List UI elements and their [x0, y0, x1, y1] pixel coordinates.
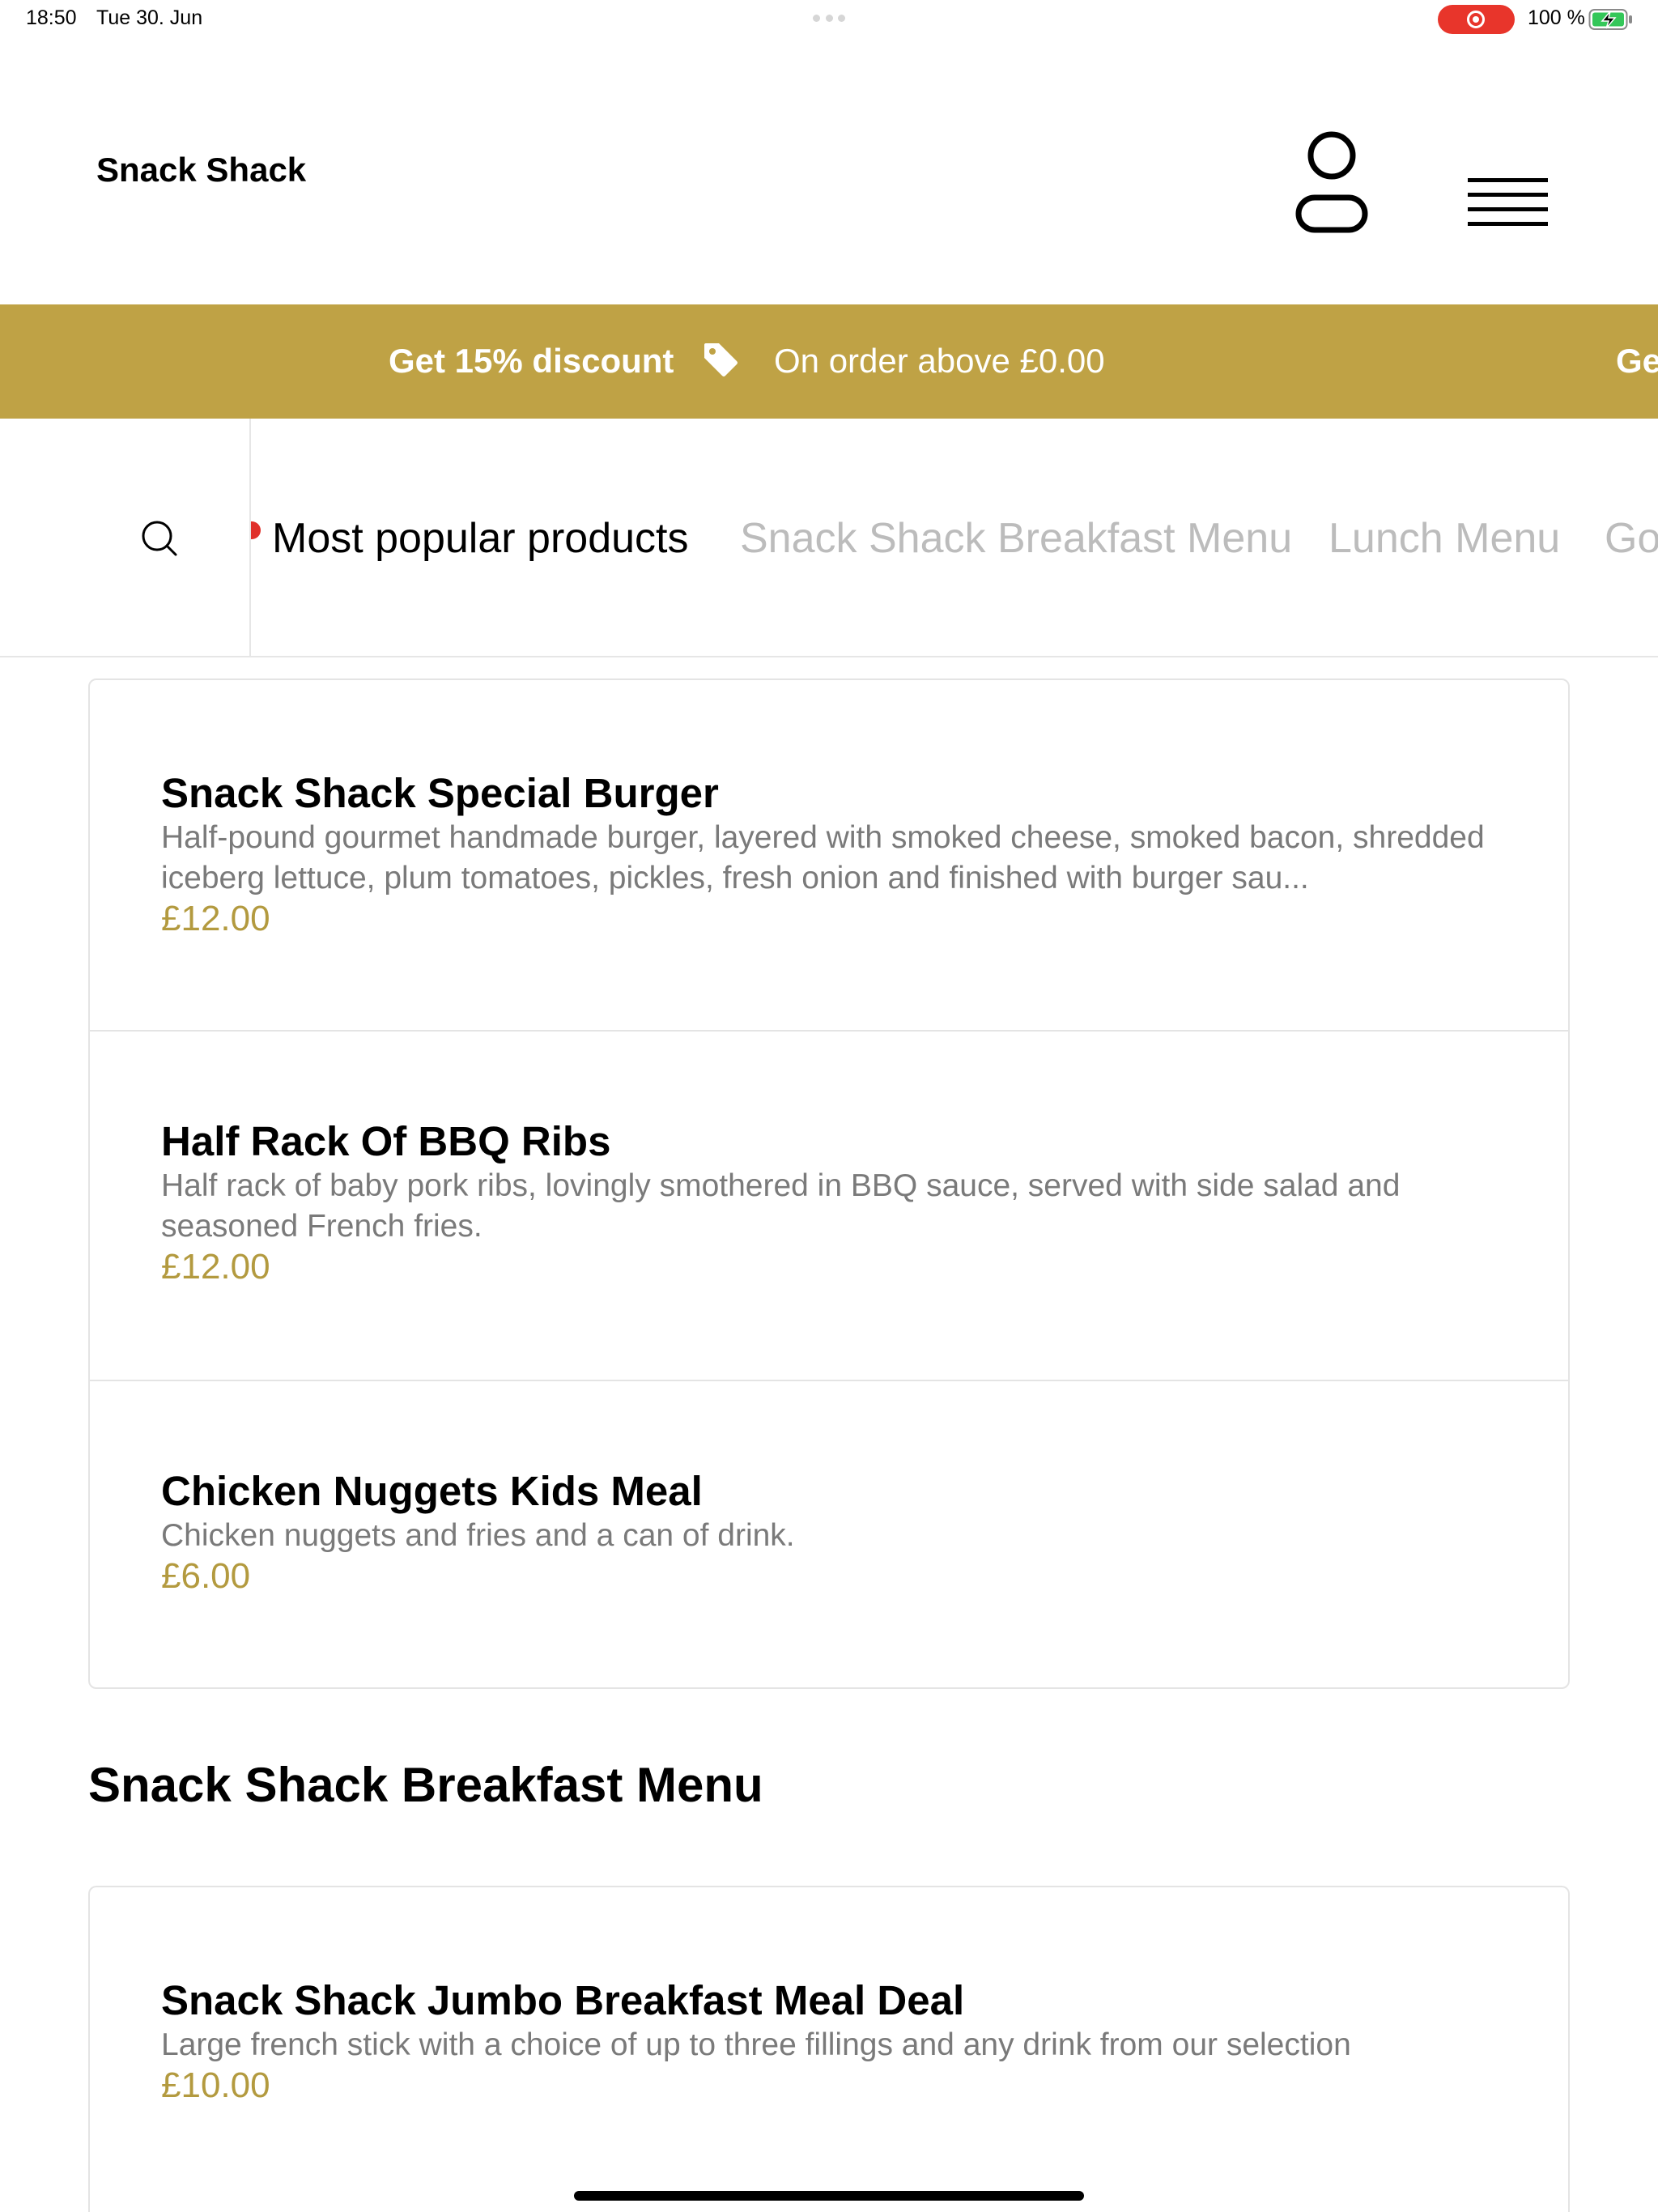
category-tabs[interactable]: Most popular products Snack Shack Breakf…	[251, 419, 1658, 656]
tab-most-popular[interactable]: Most popular products	[272, 514, 689, 563]
promo-banner[interactable]: Get 15% discount On order above £0.00 Ge	[0, 304, 1658, 419]
product-name: Snack Shack Jumbo Breakfast Meal Deal	[161, 1977, 965, 2023]
promo-subtitle: On order above £0.00	[774, 342, 1105, 380]
promo-title: Get 15% discount	[389, 342, 674, 380]
section-heading: Snack Shack Breakfast Menu	[88, 1758, 763, 1812]
record-icon	[1467, 11, 1485, 28]
tab-lunch-menu[interactable]: Lunch Menu	[1329, 514, 1560, 563]
product-item[interactable]: Snack Shack Jumbo Breakfast Meal Deal La…	[90, 1887, 1568, 2212]
app-header: Snack Shack	[0, 39, 1658, 304]
multitasking-dots-icon[interactable]	[813, 15, 845, 23]
user-icon	[1295, 131, 1368, 233]
product-item[interactable]: Chicken Nuggets Kids Meal Chicken nugget…	[90, 1381, 1568, 1687]
screen-recording-indicator[interactable]	[1438, 5, 1515, 34]
battery-percentage: 100 %	[1528, 6, 1585, 29]
search-button[interactable]	[0, 419, 251, 656]
breakfast-menu-card: Snack Shack Jumbo Breakfast Meal Deal La…	[88, 1886, 1570, 2212]
tab-next-category[interactable]: Go	[1605, 514, 1658, 563]
promo-title-next: Ge	[1616, 342, 1658, 380]
tag-icon	[704, 343, 738, 376]
product-item[interactable]: Snack Shack Special Burger Half-pound go…	[90, 680, 1568, 1032]
active-tab-indicator	[251, 521, 261, 539]
product-description: Half rack of baby pork ribs, lovingly sm…	[161, 1168, 1401, 1244]
popular-products-card: Snack Shack Special Burger Half-pound go…	[88, 678, 1570, 1689]
product-description: Chicken nuggets and fries and a can of d…	[161, 1518, 795, 1553]
product-description: Half-pound gourmet handmade burger, laye…	[161, 820, 1485, 895]
product-name: Chicken Nuggets Kids Meal	[161, 1468, 703, 1514]
product-price: £12.00	[161, 1247, 270, 1287]
menu-button[interactable]	[1457, 160, 1558, 233]
status-date: Tue 30. Jun	[96, 6, 203, 29]
search-icon	[142, 521, 177, 556]
home-indicator[interactable]	[574, 2191, 1084, 2201]
product-price: £12.00	[161, 899, 270, 938]
status-bar: 18:50 Tue 30. Jun 100 %	[0, 0, 1658, 39]
product-name: Snack Shack Special Burger	[161, 770, 719, 816]
brand-title[interactable]: Snack Shack	[96, 151, 306, 189]
hamburger-menu-icon	[1468, 178, 1548, 226]
tab-breakfast-menu[interactable]: Snack Shack Breakfast Menu	[740, 514, 1292, 563]
category-bar: Most popular products Snack Shack Breakf…	[0, 419, 1658, 657]
account-button[interactable]	[1287, 120, 1376, 259]
status-time: 18:50	[26, 6, 77, 29]
product-description: Large french stick with a choice of up t…	[161, 2027, 1351, 2062]
product-price: £10.00	[161, 2065, 270, 2105]
product-price: £6.00	[161, 1556, 251, 1596]
product-item[interactable]: Half Rack Of BBQ Ribs Half rack of baby …	[90, 1032, 1568, 1381]
product-name: Half Rack Of BBQ Ribs	[161, 1118, 611, 1164]
battery-charging-icon	[1588, 9, 1632, 30]
